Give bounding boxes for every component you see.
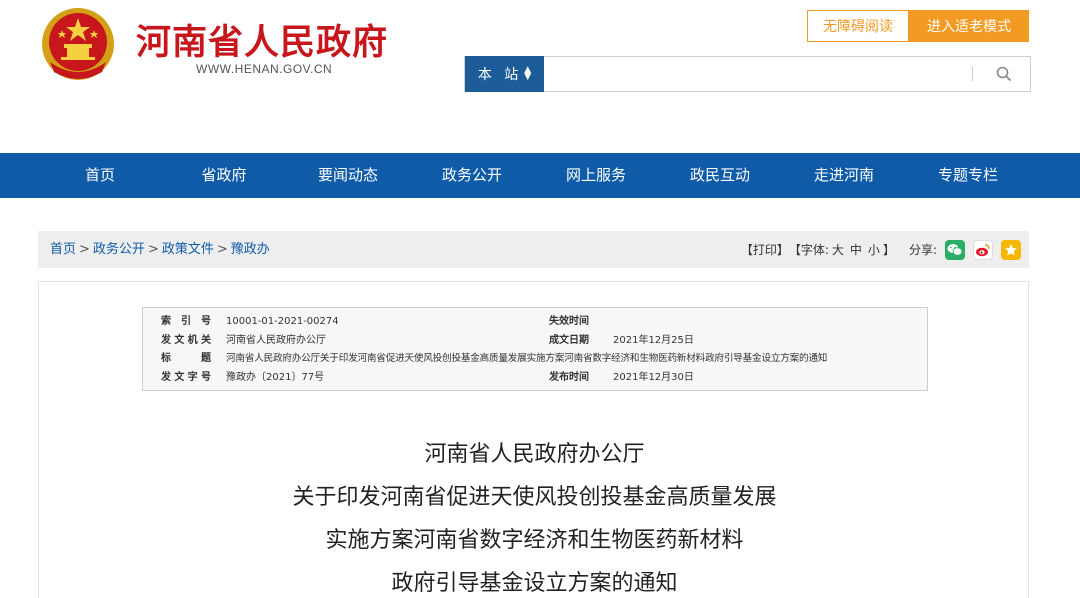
font-size-label: 【字体: — [788, 243, 829, 257]
breadcrumb: 首页 > 政务公开 > 政策文件 > 豫政办 — [50, 231, 270, 268]
document-number-value: 豫政办〔2021〕77号 — [226, 371, 325, 383]
nav-item-provincial-government[interactable]: 省政府 — [162, 153, 286, 198]
written-date-label: 成文日期 — [549, 334, 589, 346]
article-container: 索 引 号 10001-01-2021-00274 失效时间 发文机关 河南省人… — [38, 281, 1029, 598]
accessibility-reading-button[interactable]: 无障碍阅读 — [807, 10, 909, 42]
document-title-line: 河南省人民政府办公厅 — [424, 442, 645, 467]
search-scope-select[interactable]: 本 站 ▲ ▼ — [465, 56, 544, 92]
breadcrumb-separator: > — [216, 242, 228, 257]
breadcrumb-government-affairs[interactable]: 政务公开 — [93, 242, 145, 257]
site-url: WWW.HENAN.GOV.CN — [196, 62, 333, 76]
nav-item-online-services[interactable]: 网上服务 — [534, 153, 658, 198]
issuing-authority-value: 河南省人民政府办公厅 — [226, 334, 326, 346]
share-label: 分享: — [908, 243, 937, 257]
nav-item-special-topics[interactable]: 专题专栏 — [906, 153, 1030, 198]
nav-item-government-affairs[interactable]: 政务公开 — [410, 153, 534, 198]
site-title[interactable]: 河南省人民政府 — [136, 14, 388, 65]
breadcrumb-bar: 首页 > 政务公开 > 政策文件 > 豫政办 【打印】 【字体: 大 中 小 】 分享: — [38, 231, 1029, 268]
star-icon — [1005, 243, 1017, 255]
breadcrumb-policy-documents[interactable]: 政策文件 — [162, 242, 214, 257]
publish-time-value: 2021年12月30日 — [613, 371, 694, 383]
search-icon — [996, 66, 1012, 82]
metadata-row: 发文机关 河南省人民政府办公厅 成文日期 2021年12月25日 — [143, 332, 927, 351]
metadata-row: 标 题 河南省人民政府办公厅关于印发河南省促进天使风投创投基金高质量发展实施方案… — [143, 350, 927, 369]
index-number-value: 10001-01-2021-00274 — [226, 316, 339, 327]
print-button[interactable]: 【打印】 — [741, 241, 789, 258]
page-tools: 【打印】 【字体: 大 中 小 】 分享: — [741, 231, 1021, 268]
site-header: 河南省人民政府 WWW.HENAN.GOV.CN 无障碍阅读 进入适老模式 本 … — [0, 0, 1080, 152]
updown-arrows-icon: ▲ ▼ — [524, 65, 532, 82]
document-title-line: 关于印发河南省促进天使风投创投基金高质量发展 — [292, 485, 777, 510]
wechat-share-button[interactable] — [945, 239, 965, 260]
written-date-value: 2021年12月25日 — [613, 334, 694, 346]
search-button[interactable] — [990, 61, 1018, 87]
nav-item-about-henan[interactable]: 走进河南 — [782, 153, 906, 198]
nav-item-news[interactable]: 要闻动态 — [286, 153, 410, 198]
document-title-line: 实施方案河南省数字经济和生物医药新材料 — [325, 528, 744, 553]
metadata-row: 索 引 号 10001-01-2021-00274 失效时间 — [143, 313, 927, 332]
document-title: 河南省人民政府办公厅 关于印发河南省促进天使风投创投基金高质量发展 实施方案河南… — [39, 433, 1030, 598]
wechat-icon — [947, 243, 963, 256]
document-title-line: 政府引导基金设立方案的通知 — [391, 571, 678, 596]
weibo-share-button[interactable] — [973, 239, 993, 260]
issuing-authority-label: 发文机关 — [161, 334, 211, 346]
weibo-icon — [976, 243, 990, 256]
expiry-time-label: 失效时间 — [549, 316, 589, 327]
font-size-bracket: 】 — [882, 243, 895, 257]
national-emblem-icon — [42, 8, 114, 80]
publish-time-label: 发布时间 — [549, 371, 589, 383]
favorite-share-button[interactable] — [1001, 239, 1021, 260]
breadcrumb-separator: > — [79, 242, 90, 257]
nav-item-interaction[interactable]: 政民互动 — [658, 153, 782, 198]
document-number-label: 发文字号 — [161, 371, 211, 383]
title-value: 河南省人民政府办公厅关于印发河南省促进天使风投创投基金高质量发展实施方案河南省数… — [226, 353, 828, 364]
font-medium-button[interactable]: 中 — [850, 241, 862, 258]
font-small-button[interactable]: 小 — [868, 241, 880, 258]
search-scope-label: 本 站 — [477, 67, 523, 83]
index-number-label: 索 引 号 — [161, 316, 211, 327]
search-input[interactable] — [547, 59, 967, 89]
breadcrumb-home[interactable]: 首页 — [50, 242, 76, 257]
breadcrumb-yuzhengban[interactable]: 豫政办 — [231, 242, 270, 257]
nav-item-home[interactable]: 首页 — [38, 153, 162, 198]
metadata-row: 发文字号 豫政办〔2021〕77号 发布时间 2021年12月30日 — [143, 369, 927, 388]
elder-mode-button[interactable]: 进入适老模式 — [909, 10, 1029, 42]
breadcrumb-separator: > — [147, 242, 159, 257]
search-divider — [972, 67, 973, 81]
font-large-button[interactable]: 大 — [832, 241, 844, 258]
search-bar: 本 站 ▲ ▼ — [464, 56, 1031, 92]
document-metadata-table: 索 引 号 10001-01-2021-00274 失效时间 发文机关 河南省人… — [142, 307, 928, 391]
title-label: 标 题 — [161, 353, 211, 364]
main-nav: 首页 省政府 要闻动态 政务公开 网上服务 政民互动 走进河南 专题专栏 — [0, 153, 1080, 198]
